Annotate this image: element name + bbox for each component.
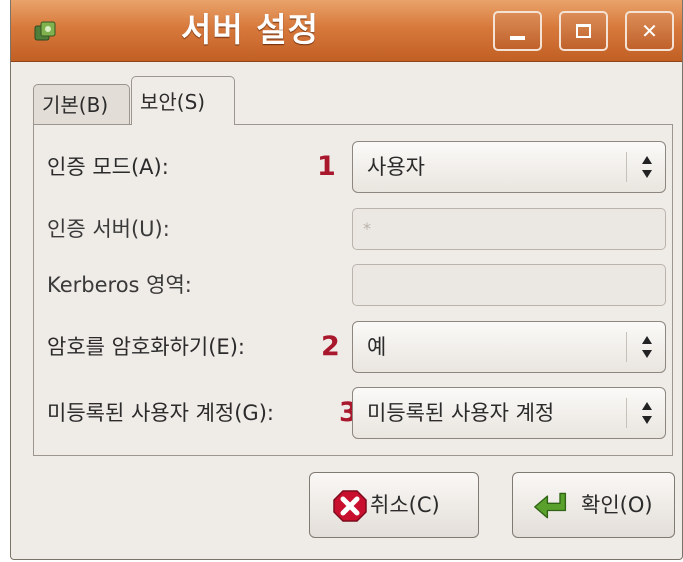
auth-mode-select[interactable]: 사용자: [352, 141, 666, 193]
cancel-label: 취소(C): [370, 493, 440, 517]
server-settings-dialog: 서버 설정 ✕ 기본(B) 보안(S) 인증 모드(A): 1 사용자 인증 서…: [10, 0, 683, 560]
minimize-icon: [510, 36, 525, 40]
combo-separator: [626, 152, 627, 182]
ok-button[interactable]: 확인(O): [512, 472, 675, 538]
marker-1: 1: [317, 151, 336, 182]
combo-separator: [626, 332, 627, 362]
auth-mode-value: 사용자: [367, 155, 425, 179]
encrypt-passwords-value: 예: [367, 335, 387, 359]
auth-mode-label: 인증 모드(A):: [47, 155, 169, 179]
cancel-icon: [333, 490, 367, 522]
encrypt-passwords-label: 암호를 암호화하기(E):: [47, 335, 245, 359]
cancel-button[interactable]: 취소(C): [309, 472, 479, 538]
kerberos-realm-label: Kerberos 영역:: [47, 273, 192, 297]
maximize-button[interactable]: [559, 11, 608, 51]
ok-label: 확인(O): [581, 493, 653, 517]
guest-account-value: 미등록된 사용자 계정: [367, 401, 555, 425]
tab-security[interactable]: 보안(S): [131, 76, 235, 125]
guest-account-select[interactable]: 미등록된 사용자 계정: [352, 387, 666, 439]
updown-arrows-icon: [642, 156, 652, 178]
close-button[interactable]: ✕: [625, 11, 674, 51]
auth-server-value: *: [363, 219, 371, 238]
marker-2: 2: [321, 331, 340, 362]
auth-server-input[interactable]: *: [352, 208, 666, 250]
window-title: 서버 설정: [181, 10, 319, 49]
enter-arrow-icon: [534, 492, 567, 519]
guest-account-label: 미등록된 사용자 계정(G):: [47, 401, 274, 425]
minimize-button[interactable]: [493, 11, 542, 51]
title-bar[interactable]: 서버 설정 ✕: [11, 0, 682, 62]
combo-separator: [626, 398, 627, 428]
encrypt-passwords-select[interactable]: 예: [352, 321, 666, 373]
close-icon: ✕: [641, 19, 658, 43]
kerberos-realm-input[interactable]: [352, 264, 666, 306]
app-icon: [34, 21, 56, 41]
auth-server-label: 인증 서버(U):: [47, 217, 170, 241]
tab-basic[interactable]: 기본(B): [33, 84, 130, 124]
updown-arrows-icon: [642, 402, 652, 424]
updown-arrows-icon: [642, 336, 652, 358]
maximize-icon: [576, 24, 591, 38]
